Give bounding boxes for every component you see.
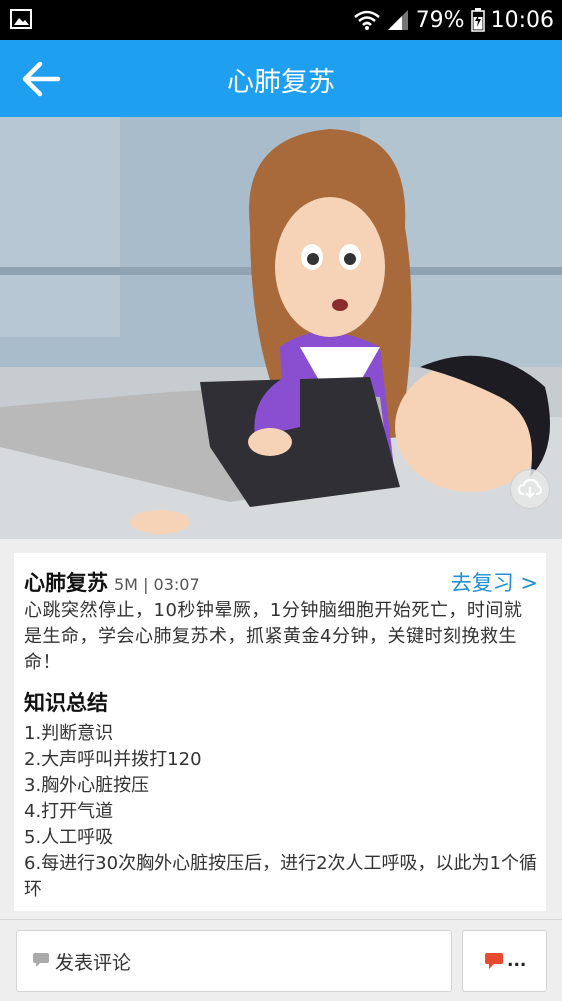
list-item: 3.胸外心脏按压 (24, 775, 150, 796)
image-icon (10, 9, 32, 29)
list-item: 4.打开气道 (24, 801, 114, 822)
page-title: 心肺复苏 (227, 67, 335, 98)
battery-level: 79% (415, 7, 465, 33)
lesson-video-thumbnail[interactable] (0, 117, 562, 539)
battery-icon (470, 8, 485, 32)
cloud-download-button[interactable] (510, 469, 550, 509)
app-bar: 心肺复苏 (0, 40, 562, 117)
comment-count-icon (485, 953, 503, 969)
list-item: 2.大声呼叫并拨打120 (24, 749, 202, 770)
summary-list: 1.判断意识 2.大声呼叫并拨打120 3.胸外心脏按压 4.打开气道 5.人工… (24, 721, 539, 903)
comment-input[interactable]: 发表评论 (16, 930, 452, 992)
lesson-meta: 5M | 03:07 (114, 575, 200, 594)
cpr-illustration (0, 117, 562, 539)
bottom-bar: 发表评论 ... (0, 919, 562, 1001)
list-item: 6.每进行30次胸外心脏按压后，进行2次人工呼吸，以此为1个循环 (24, 853, 537, 900)
comment-icon (33, 953, 49, 967)
list-item: 1.判断意识 (24, 723, 114, 744)
cloud-download-icon (518, 479, 542, 499)
summary-title: 知识总结 (24, 691, 108, 715)
list-item: 5.人工呼吸 (24, 827, 114, 848)
wifi-icon (353, 10, 380, 30)
lesson-title: 心肺复苏 (24, 571, 108, 595)
clock: 10:06 (490, 7, 554, 33)
review-link[interactable]: 去复习 > (451, 567, 538, 597)
lesson-description: 心跳突然停止，10秒钟晕厥，1分钟脑细胞开始死亡，时间就是生命，学会心肺复苏术，… (24, 600, 523, 673)
comment-placeholder: 发表评论 (55, 952, 132, 974)
lesson-card: 心肺复苏 5M | 03:07 去复习 > 心跳突然停止，10秒钟晕厥，1分钟脑细… (14, 553, 546, 911)
comment-count-button[interactable]: ... (462, 930, 547, 992)
lesson-header: 心肺复苏 5M | 03:07 去复习 > (24, 567, 538, 599)
status-bar: 79% 10:06 (0, 0, 562, 40)
comment-count: ... (507, 951, 527, 971)
signal-icon (387, 10, 408, 30)
